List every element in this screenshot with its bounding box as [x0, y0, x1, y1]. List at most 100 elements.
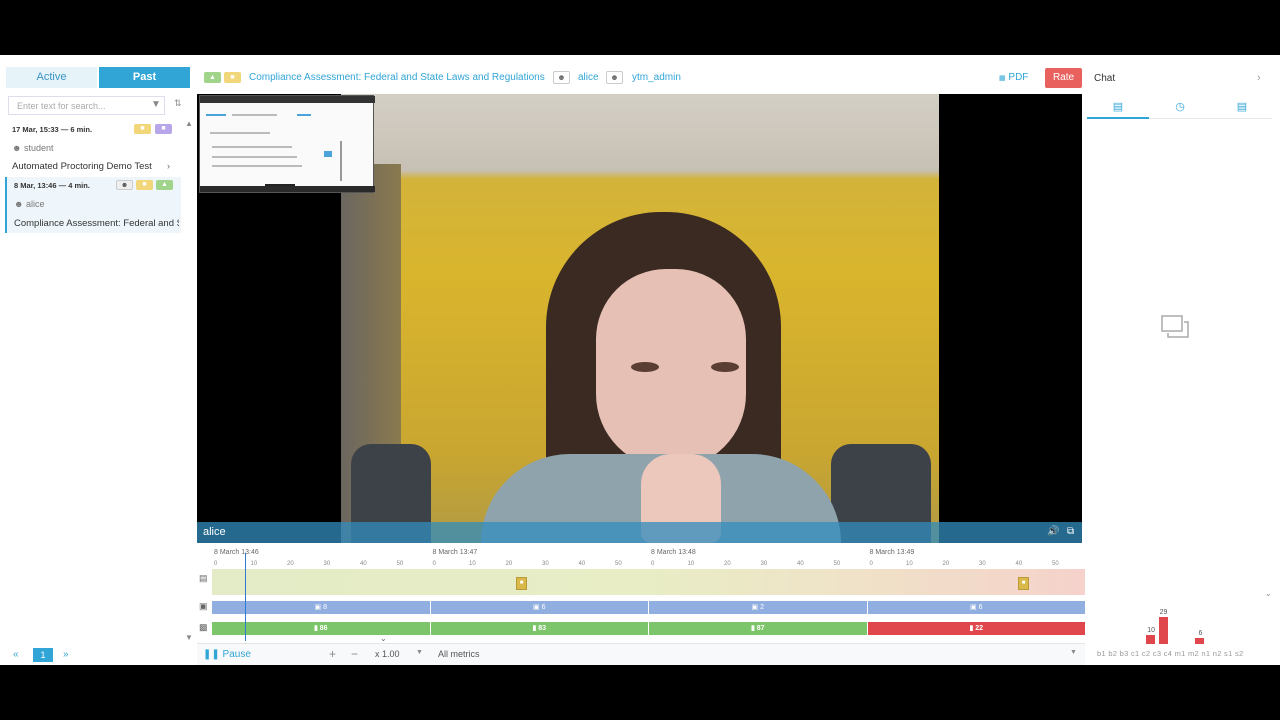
scroll-down-icon[interactable]: ⌄ — [380, 634, 387, 643]
webcam-frame — [341, 94, 939, 543]
pause-button[interactable]: ❚❚ Pause — [203, 649, 251, 660]
chat-title: Chat — [1094, 73, 1116, 84]
thumb-line — [206, 114, 226, 116]
session-user: ☻ alice — [14, 199, 45, 209]
event-timeline[interactable]: ▤ ▣ ▩ 8 March 13:46 0 10 20 30 40 50 ▣ 8 ▮ 86 8 M… — [197, 545, 1085, 643]
student-link[interactable]: alice — [578, 72, 599, 83]
timeline-tick: 10 — [906, 561, 913, 567]
session-user: ☻ student — [12, 143, 54, 153]
user-flag-icon: ☻ — [116, 180, 133, 190]
metric-score-block[interactable]: ▮ 83 — [430, 622, 648, 635]
session-item[interactable]: 17 Mar, 15:33 — 6 min. ■ ■ ☻ student Aut… — [5, 121, 181, 175]
pdf-button[interactable]: ▦ PDF — [999, 72, 1028, 83]
metric-score-block[interactable]: ▮ 87 — [649, 622, 867, 635]
timeline-tick: 20 — [287, 561, 294, 567]
metric-bar-value: 6 — [1198, 630, 1203, 638]
tab-past[interactable]: Past — [99, 67, 190, 88]
scroll-down-icon[interactable]: ⌄ — [1265, 589, 1272, 598]
metrics-axis-labels: b1 b2 b3 c1 c2 c3 c4 m1 m2 n1 n2 s1 s2 — [1097, 649, 1244, 658]
chat-tabs: ▤ ◷ ▤ — [1087, 96, 1272, 119]
timeline-tick: 20 — [505, 561, 513, 567]
thumb-line — [324, 151, 332, 157]
thumbs-up-icon: ▲ — [204, 72, 221, 83]
page-1-button[interactable]: 1 — [33, 648, 53, 662]
thumb-line — [212, 156, 297, 158]
timeline-segment-label: 8 March 13:48 — [651, 549, 696, 556]
session-date: 8 Mar, 13:46 — 4 min. — [14, 181, 90, 190]
session-user-name: alice — [25, 199, 45, 209]
webcam-video[interactable]: alice 🔊 ⧉ — [197, 94, 1082, 543]
timeline-tick: 40 — [578, 561, 586, 567]
chat-empty-icon — [1161, 315, 1189, 338]
timeline-tick: 10 — [687, 561, 695, 567]
session-item-selected[interactable]: 8 Mar, 13:46 — 4 min. ☻ ■ ▲ ☻ alice Comp… — [5, 177, 181, 233]
session-list-panel: Active Past ▼ ⇅ ▲ ▼ 17 Mar, 15:33 — 6 mi… — [5, 67, 193, 665]
timeline-tick: 50 — [1052, 561, 1059, 567]
session-user-name: student — [23, 143, 54, 153]
photo-count-block[interactable]: ▣ 6 — [867, 601, 1085, 614]
timeline-tick: 30 — [542, 561, 549, 567]
session-search-input[interactable] — [8, 96, 165, 115]
camera-flag-icon: ■ — [134, 124, 151, 134]
timeline-tick: 50 — [833, 561, 841, 567]
proctor-link[interactable]: ytm_admin — [632, 72, 681, 83]
camera-flag-icon: ■ — [136, 180, 153, 190]
photo-count-block[interactable]: ▣ 2 — [649, 601, 867, 614]
tab-active[interactable]: Active — [6, 67, 97, 88]
chevron-right-icon[interactable]: › — [1257, 72, 1261, 84]
video-user-label: alice — [203, 526, 226, 538]
chevron-down-icon[interactable]: ▼ — [416, 649, 423, 656]
pagination: « 1 » — [5, 648, 193, 665]
thumb-line — [210, 132, 270, 134]
timeline-tick: 10 — [469, 561, 476, 567]
person-eye-left — [631, 362, 659, 372]
metric-bar-value: 29 — [1159, 609, 1168, 616]
scroll-down-icon[interactable]: ▼ — [185, 633, 193, 642]
event-marker-icon[interactable]: ■ — [516, 577, 527, 590]
timeline-tick: 30 — [979, 561, 986, 567]
chevron-down-icon[interactable]: ▼ — [1070, 649, 1077, 656]
rate-button[interactable]: Rate — [1045, 68, 1082, 88]
session-title: Compliance Assessment: Federal and St — [14, 218, 179, 229]
screen-flag-icon: ■ — [155, 124, 172, 134]
exam-title[interactable]: Compliance Assessment: Federal and State… — [249, 72, 545, 83]
photo-count-block[interactable]: ▣ 6 — [430, 601, 648, 614]
zoom-out-button[interactable]: − — [351, 647, 358, 661]
timeline-tick: 30 — [760, 561, 768, 567]
thumb-line — [232, 114, 277, 116]
tab-messages-icon[interactable]: ▤ — [1087, 100, 1149, 113]
person-eye-right — [711, 362, 739, 372]
screen-share-thumbnail[interactable] — [199, 95, 375, 193]
timeline-tick: 40 — [1015, 561, 1023, 567]
timeline-tick: 0 — [214, 561, 218, 567]
event-marker-icon[interactable]: ■ — [1018, 577, 1029, 590]
metric-bar — [1195, 638, 1205, 644]
timeline-tick: 0 — [432, 561, 436, 567]
pip-icon[interactable]: ⧉ — [1067, 526, 1074, 537]
metrics-select[interactable]: All metrics — [438, 649, 480, 659]
thumb-line — [212, 165, 302, 167]
sort-icon[interactable]: ⇅ — [174, 98, 182, 109]
pdf-label: PDF — [1008, 72, 1029, 83]
first-page-button[interactable]: « — [13, 649, 19, 660]
metric-score-block[interactable]: ▮ 22 — [867, 622, 1085, 635]
scroll-up-icon[interactable]: ▲ — [185, 119, 193, 128]
chat-panel: Chat › ▤ ◷ ▤ ⌄ 10 29 6 b1 b2 b3 c1 c2 c3 c… — [1087, 67, 1272, 665]
timeline-playhead[interactable] — [245, 553, 246, 641]
thumb-line — [212, 146, 292, 148]
timeline-tick: 40 — [360, 561, 367, 567]
chat-events-band — [212, 569, 1085, 595]
zoom-in-button[interactable]: + — [329, 647, 336, 661]
tab-alarm-icon[interactable]: ◷ — [1149, 100, 1211, 113]
playback-controls: ❚❚ Pause + − x 1.00 ▼ All metrics ▼ — [197, 643, 1085, 665]
active-tab-indicator — [1087, 117, 1149, 119]
session-title: Automated Proctoring Demo Test — [12, 161, 152, 172]
speed-select[interactable]: x 1.00 — [375, 649, 400, 659]
last-page-button[interactable]: » — [63, 649, 69, 660]
filter-icon[interactable]: ▼ — [151, 99, 161, 110]
volume-icon[interactable]: 🔊 — [1047, 526, 1059, 537]
metric-bar-value: 10 — [1147, 626, 1156, 634]
pause-icon: ❚❚ — [203, 649, 220, 660]
chevron-right-icon[interactable]: › — [167, 161, 170, 171]
tab-chart-icon[interactable]: ▤ — [1211, 100, 1273, 113]
